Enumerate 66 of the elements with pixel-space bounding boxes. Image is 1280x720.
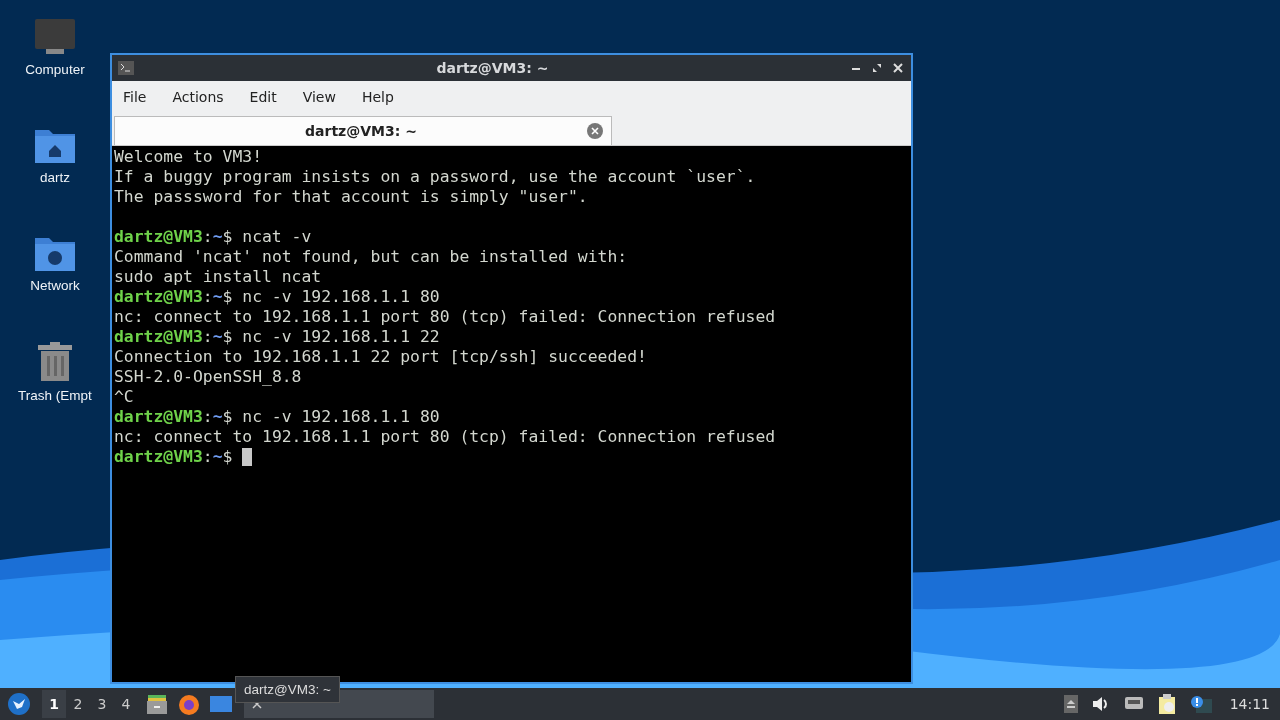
desktop-icon[interactable]: [210, 694, 232, 714]
file-cabinet-icon[interactable]: [146, 693, 168, 715]
desktop-icon-label: Network: [30, 278, 80, 293]
command-text: nc -v 192.168.1.1 22: [241, 327, 440, 347]
desktop-icon-label: Computer: [25, 62, 85, 77]
prompt-user: dartz@VM3: [114, 407, 203, 427]
command-text: ncat -v: [241, 227, 312, 247]
prompt-separator: :: [202, 447, 213, 467]
prompt-symbol: $: [222, 407, 233, 427]
window-title: dartz@VM3: ~: [435, 60, 550, 76]
notification-icon[interactable]: [1189, 695, 1212, 713]
command-text: nc -v 192.168.1.1 80: [241, 407, 440, 427]
prompt-symbol: $: [222, 287, 233, 307]
clipboard-icon[interactable]: [1157, 694, 1176, 714]
browser-icon[interactable]: [178, 693, 200, 715]
menu-item[interactable]: Actions: [171, 87, 225, 107]
volume-icon[interactable]: [1091, 696, 1110, 712]
prompt-separator: :: [202, 227, 213, 247]
terminal-line: ^C: [114, 387, 134, 407]
prompt-user: dartz@VM3: [114, 327, 203, 347]
terminal-line: The passsword for that account is simply "user".: [114, 187, 588, 207]
text-cursor: [242, 448, 253, 466]
workspace-button[interactable]: 2: [66, 690, 90, 718]
menu-item[interactable]: Help: [360, 87, 395, 107]
terminal-line: Command 'ncat' not found, but can be installed with:: [114, 247, 628, 267]
prompt-path: ~: [212, 407, 223, 427]
prompt-path: ~: [212, 287, 223, 307]
workspace-button[interactable]: 4: [114, 690, 138, 718]
terminal-line: Connection to 192.168.1.1 22 port [tcp/ssh] succeeded!: [114, 347, 647, 367]
prompt-separator: :: [202, 287, 213, 307]
terminal-line: nc: connect to 192.168.1.1 port 80 (tcp) failed: Connection refused: [114, 307, 776, 327]
prompt-user: dartz@VM3: [114, 287, 203, 307]
desktop-icon-label: Trash (Empt: [18, 388, 92, 403]
prompt-user: dartz@VM3: [114, 227, 203, 247]
prompt-separator: :: [202, 327, 213, 347]
clock[interactable]: 14:11: [1229, 696, 1270, 712]
terminal-line: SSH-2.0-OpenSSH_8.8: [114, 367, 302, 387]
prompt-path: ~: [212, 327, 223, 347]
command-text: nc -v 192.168.1.1 80: [241, 287, 440, 307]
tooltip: dartz@VM3: ~: [235, 676, 340, 703]
network-icon[interactable]: [1123, 696, 1144, 712]
terminal-line: sudo apt install ncat: [114, 267, 322, 287]
start-menu-icon[interactable]: [8, 693, 30, 715]
prompt-path: ~: [212, 447, 223, 467]
prompt-symbol: $: [222, 327, 233, 347]
prompt-separator: :: [202, 407, 213, 427]
workspace-button[interactable]: 1: [42, 690, 66, 718]
terminal-line: nc: connect to 192.168.1.1 port 80 (tcp) failed: Connection refused: [114, 427, 776, 447]
close-icon[interactable]: [587, 123, 603, 139]
desktop-icon-label: dartz: [40, 170, 70, 185]
tab[interactable]: dartz@VM3: ~: [114, 116, 612, 145]
terminal-line: If a buggy program insists on a password, use the account `user`.: [114, 167, 756, 187]
prompt-path: ~: [212, 227, 223, 247]
monitor-icon[interactable]: [34, 18, 76, 56]
workspace-button[interactable]: 3: [90, 690, 114, 718]
menu-item[interactable]: Edit: [248, 87, 278, 107]
menu-item[interactable]: File: [122, 87, 148, 107]
terminal-line: Welcome to VM3!: [114, 147, 263, 167]
close-icon[interactable]: [893, 63, 903, 73]
prompt-symbol: $: [222, 227, 233, 247]
eject-icon[interactable]: [1063, 695, 1078, 713]
trash-icon[interactable]: [36, 342, 74, 382]
prompt-symbol: $: [222, 447, 233, 467]
prompt-user: dartz@VM3: [114, 447, 203, 467]
menu-item[interactable]: View: [301, 87, 337, 107]
maximize-icon[interactable]: [872, 63, 882, 73]
